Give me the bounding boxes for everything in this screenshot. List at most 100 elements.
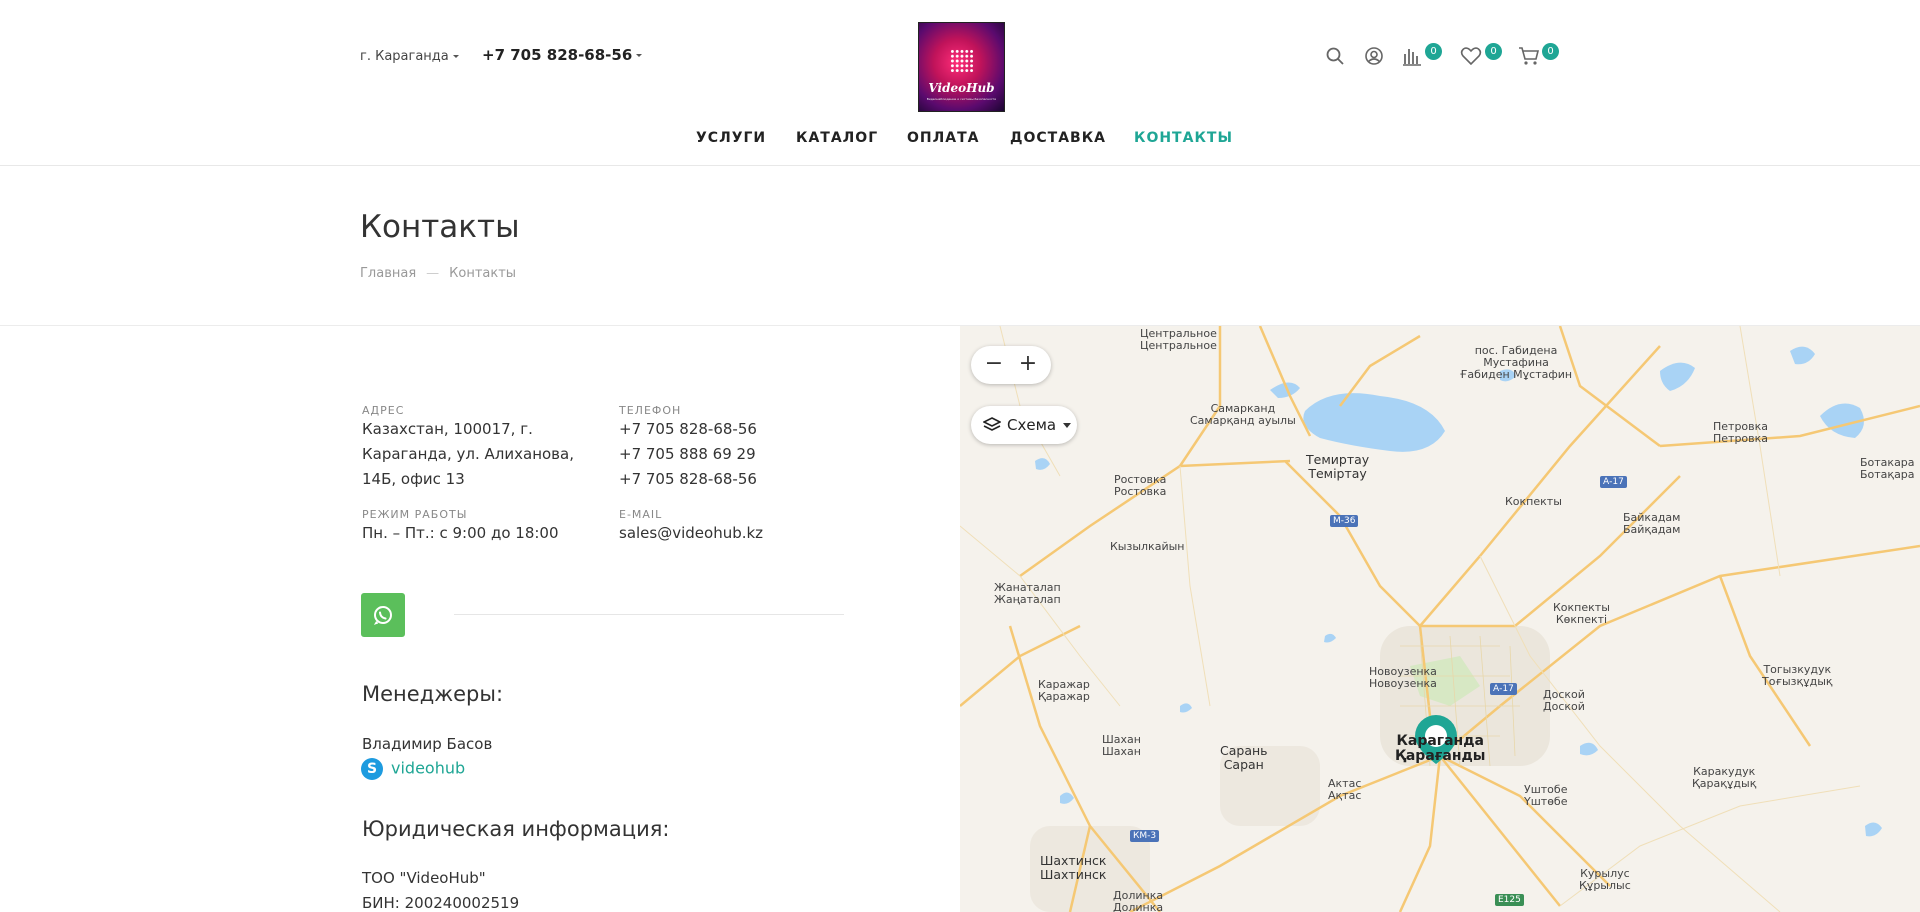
company-bin: БИН: 200240002519 xyxy=(362,894,520,912)
breadcrumb: Главная — Контакты xyxy=(360,266,516,281)
map-label: Уштобе Үштөбе xyxy=(1524,783,1568,808)
legal-heading: Юридическая информация: xyxy=(362,817,670,841)
map-label: Темиртау Теміртау xyxy=(1306,452,1370,481)
cart-count-badge: 0 xyxy=(1542,43,1559,60)
map-label: Каракудук Қарақұдық xyxy=(1692,765,1757,790)
nav-item-catalog[interactable]: КАТАЛОГ xyxy=(796,130,878,146)
city-selector[interactable]: г. Караганда xyxy=(360,49,459,64)
search-button[interactable] xyxy=(1325,46,1345,68)
chevron-down-icon xyxy=(636,54,643,57)
manager-name: Владимир Басов xyxy=(362,735,493,753)
site-header: г. Караганда +7 705 828-68-56 VideoHub В… xyxy=(0,0,1920,166)
skype-name: videohub xyxy=(391,758,466,778)
map-label: Шахан Шахан xyxy=(1102,733,1141,758)
map-label: Ростовка Ростовка xyxy=(1114,473,1167,498)
phone-link[interactable]: +7 705 828-68-56 xyxy=(619,417,757,442)
address-label: АДРЕС xyxy=(362,404,405,417)
nav-item-contacts[interactable]: КОНТАКТЫ xyxy=(1134,130,1233,146)
map-label: Байкадам Байқадам xyxy=(1623,511,1681,536)
compare-chart-icon xyxy=(1403,49,1421,66)
email-link[interactable]: sales@videohub.kz xyxy=(619,521,763,546)
chevron-down-icon xyxy=(452,55,459,58)
nav-item-services[interactable]: УСЛУГИ xyxy=(696,130,766,146)
map-label: Актас Ақтас xyxy=(1328,777,1362,802)
whatsapp-icon xyxy=(373,606,392,625)
page-title: Контакты xyxy=(360,209,520,245)
compare-count-badge: 0 xyxy=(1425,43,1442,60)
road-sign: А-17 xyxy=(1600,476,1627,488)
map-label: Центральное Центральное xyxy=(1140,327,1217,352)
cart-icon xyxy=(1519,47,1540,65)
logo-text: VideoHub xyxy=(928,81,995,95)
whatsapp-button[interactable] xyxy=(361,593,405,637)
breadcrumb-home[interactable]: Главная xyxy=(360,266,416,281)
address-line: Казахстан, 100017, г. xyxy=(362,420,533,438)
heart-icon xyxy=(1460,47,1482,66)
favorites-count-badge: 0 xyxy=(1485,43,1502,60)
header-phone-label: +7 705 828-68-56 xyxy=(482,46,633,64)
phone-link[interactable]: +7 705 828-68-56 xyxy=(619,467,757,492)
company-name: ТОО "VideoHub" xyxy=(362,869,486,887)
logo-subtext: Видеонаблюдение и системы безопасности xyxy=(926,97,997,101)
phone-link[interactable]: +7 705 888 69 29 xyxy=(619,442,757,467)
nav-item-payment[interactable]: ОПЛАТА xyxy=(907,130,979,146)
hours-value: Пн. – Пт.: с 9:00 до 18:00 xyxy=(362,524,559,542)
map-label: Петровка Петровка xyxy=(1713,420,1769,445)
map-label: пос. Габидена Мустафина Ғабиден Мұстафин xyxy=(1460,344,1573,381)
map-label: Ботакара Ботақара xyxy=(1860,456,1915,481)
map-label: Тогызкудук Тоғызқұдық xyxy=(1762,663,1833,688)
map-layer-selector[interactable]: Схема xyxy=(971,406,1077,444)
hours-label: РЕЖИМ РАБОТЫ xyxy=(362,508,468,521)
map-label: Сарань Саран xyxy=(1220,743,1268,772)
email-label: E-MAIL xyxy=(619,508,663,521)
map-label: Долинка Долинка xyxy=(1113,889,1164,912)
zoom-control: − + xyxy=(971,346,1051,384)
map-canvas xyxy=(960,326,1920,912)
city-label: г. Караганда xyxy=(360,49,449,64)
breadcrumb-current: Контакты xyxy=(449,266,517,281)
user-icon xyxy=(1365,47,1383,65)
road-sign: E125 xyxy=(1495,894,1524,906)
map[interactable]: Центральное Центральное пос. Габидена Муст… xyxy=(960,326,1920,912)
compare-button[interactable]: 0 xyxy=(1401,43,1445,68)
map-label: Каражар Қаражар xyxy=(1038,678,1090,703)
map-label: Новоузенка Новоузенка xyxy=(1369,665,1437,690)
favorites-button[interactable]: 0 xyxy=(1460,43,1504,68)
managers-heading: Менеджеры: xyxy=(362,682,504,706)
layers-icon xyxy=(983,417,1001,431)
lake xyxy=(1303,393,1445,452)
zoom-out-button[interactable]: − xyxy=(980,351,1008,379)
road-sign: М-36 xyxy=(1330,515,1359,527)
skype-link[interactable]: Svideohub xyxy=(361,758,465,780)
cart-button[interactable]: 0 xyxy=(1518,43,1562,68)
road-sign: А-17 xyxy=(1490,683,1517,695)
road-sign: КМ-3 xyxy=(1130,830,1160,842)
breadcrumb-separator: — xyxy=(426,266,440,281)
divider xyxy=(454,614,844,615)
address-line: Караганда, ул. Алиханова, xyxy=(362,445,574,463)
account-button[interactable] xyxy=(1364,46,1384,68)
logo-grid-icon xyxy=(950,49,974,73)
phone-label: ТЕЛЕФОН xyxy=(619,404,682,417)
address-line: 14Б, офис 13 xyxy=(362,470,465,488)
map-label: Кокпекты xyxy=(1505,495,1562,508)
map-label: Доской Доской xyxy=(1543,688,1585,713)
map-label: Караганда Қарағанды xyxy=(1395,733,1486,764)
zoom-in-button[interactable]: + xyxy=(1014,351,1042,379)
map-layer-label: Схема xyxy=(1007,416,1057,434)
map-label: Кызылкайын xyxy=(1110,540,1185,553)
header-phone[interactable]: +7 705 828-68-56 xyxy=(482,46,643,64)
map-label: Самарканд Самарқанд ауылы xyxy=(1190,402,1296,427)
map-label: Курылус Құрылыс xyxy=(1579,867,1631,892)
address-value: Казахстан, 100017, г. Караганда, ул. Али… xyxy=(362,417,574,492)
chevron-down-icon xyxy=(1063,423,1071,428)
nav-item-delivery[interactable]: ДОСТАВКА xyxy=(1010,130,1106,146)
skype-icon: S xyxy=(361,758,383,780)
search-icon xyxy=(1326,47,1344,65)
map-roads xyxy=(960,326,1920,912)
map-label: Шахтинск Шахтинск xyxy=(1040,853,1107,882)
map-label: Жанаталап Жаңаталап xyxy=(994,581,1061,606)
site-logo[interactable]: VideoHub Видеонаблюдение и системы безоп… xyxy=(918,22,1005,112)
phone-list: +7 705 828-68-56 +7 705 888 69 29 +7 705… xyxy=(619,417,757,492)
map-label: Кокпекты Көкпекті xyxy=(1553,601,1610,626)
